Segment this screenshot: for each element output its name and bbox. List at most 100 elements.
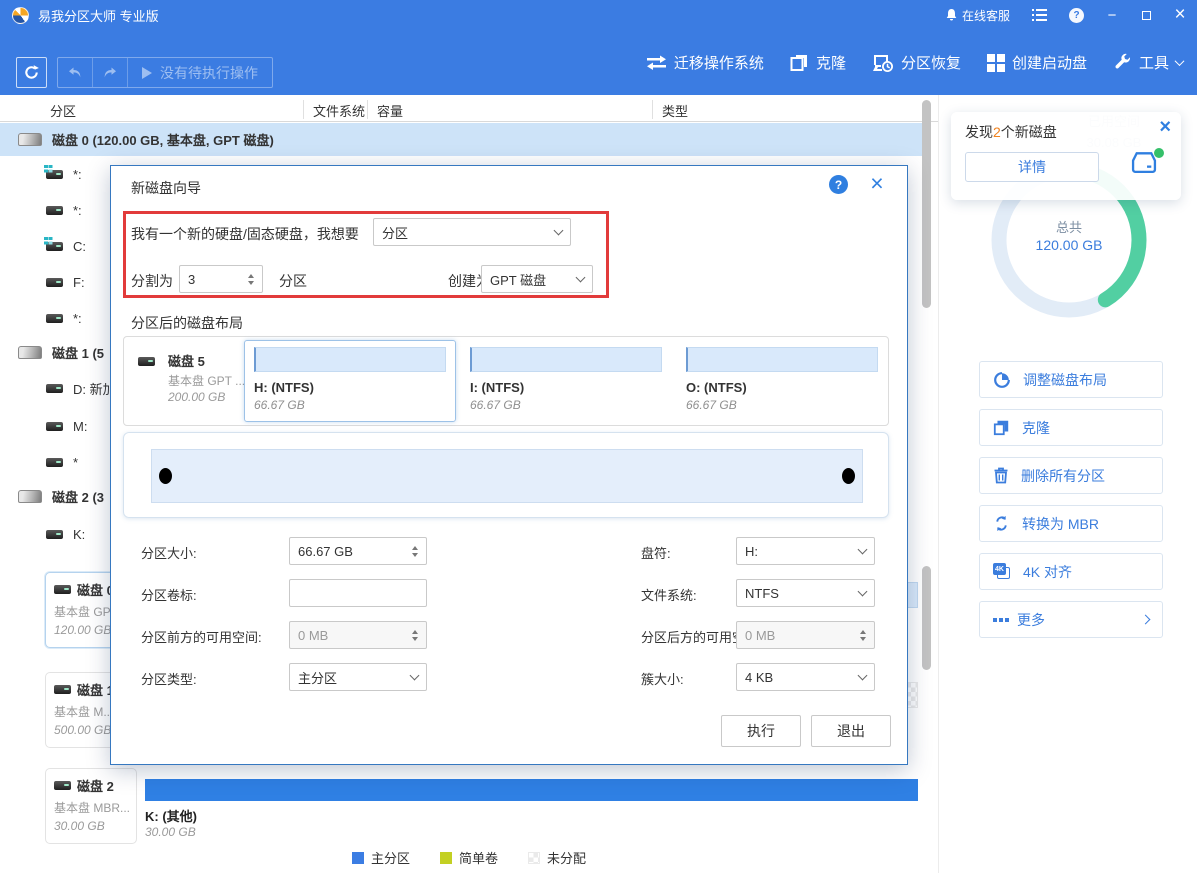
adjust-layout-button[interactable]: 调整磁盘布局 [979, 361, 1163, 398]
dialog-close-icon[interactable]: × [864, 170, 890, 196]
tree-item-part[interactable]: C: [0, 231, 86, 261]
clone-disk-button[interactable]: 克隆 [979, 409, 1163, 446]
bootable-media-button[interactable]: 创建启动盘 [987, 52, 1087, 73]
migrate-os-button[interactable]: 迁移操作系统 [646, 52, 764, 73]
help-icon[interactable]: ? [1058, 0, 1095, 30]
chevron-down-icon [1175, 56, 1185, 66]
preview-disk-meta: 基本盘 GPT ... [168, 372, 245, 389]
stepper-arrows-icon[interactable] [412, 546, 418, 557]
clone-icon [993, 419, 1010, 436]
tree-item-part[interactable]: F: [0, 267, 85, 297]
partition-recovery-icon [872, 53, 894, 72]
notification-title: 发现2个新磁盘 [965, 122, 1057, 142]
bell-icon [945, 8, 958, 22]
dialog-help-icon[interactable]: ? [829, 175, 848, 194]
scrollbar-thumb-bottom[interactable] [922, 566, 931, 670]
intro-label: 我有一个新的硬盘/固态硬盘，我想要 [131, 224, 359, 244]
slider-handle-left[interactable] [159, 468, 172, 484]
partition-recovery-button[interactable]: 分区恢复 [872, 52, 961, 73]
filesystem-select[interactable]: NTFS [736, 579, 875, 607]
titlebar: 易我分区大师 专业版 在线客服 ? − × [0, 0, 1197, 30]
scrollbar-thumb-top[interactable] [922, 100, 931, 308]
convert-to-mbr-button[interactable]: 转换为 MBR [979, 505, 1163, 542]
pending-operations-button[interactable]: 没有待执行操作 [128, 63, 272, 83]
notification-close-icon[interactable]: × [1159, 116, 1171, 139]
clone-button[interactable]: 克隆 [790, 52, 846, 73]
split-count-stepper[interactable]: 3 [179, 265, 263, 293]
tree-item-part[interactable]: K: [0, 519, 85, 549]
more-button[interactable]: 更多 [979, 601, 1163, 638]
disk-style-select[interactable]: GPT 磁盘 [481, 265, 593, 293]
tree-item-part[interactable]: *: [0, 159, 82, 189]
chevron-down-icon [858, 671, 868, 681]
refresh-button[interactable] [16, 57, 47, 88]
tree-item-part[interactable]: D: 新加 [0, 373, 116, 403]
details-button[interactable]: 详情 [965, 152, 1099, 182]
volume-input[interactable] [289, 579, 427, 607]
pending-operations-group: 没有待执行操作 [57, 57, 273, 88]
tools-button[interactable]: 工具 [1113, 52, 1183, 73]
disk2-partition-bar[interactable] [145, 779, 918, 801]
table-row-disk0-selected[interactable]: 磁盘 0 (120.00 GB, 基本盘, GPT 磁盘) [0, 123, 928, 156]
tree-item-disk2[interactable]: 磁盘 2 (3 [0, 481, 104, 511]
task-list-icon[interactable] [1021, 0, 1058, 30]
partition-bar [254, 347, 446, 372]
tree-item-part[interactable]: *: [0, 195, 82, 225]
legend-unallocated: 未分配 [528, 848, 586, 867]
redo-button[interactable] [93, 58, 128, 87]
new-disk-notification: 发现2个新磁盘 × 详情 [951, 112, 1181, 200]
minimize-button[interactable]: − [1095, 0, 1129, 30]
tree-item-part[interactable]: * [0, 447, 78, 477]
exit-button[interactable]: 退出 [811, 715, 891, 747]
tree-item-part[interactable]: M: [0, 411, 87, 441]
table-header: 分区 文件系统 容量 类型 [0, 97, 938, 122]
stepper-arrows-icon[interactable] [248, 274, 254, 285]
disk2-partition-label: K: (其他) [145, 806, 918, 825]
column-capacity[interactable]: 容量 [377, 101, 403, 120]
disk0-row-label: 磁盘 0 (120.00 GB, 基本盘, GPT 磁盘) [52, 130, 274, 149]
online-service-button[interactable]: 在线客服 [934, 0, 1021, 30]
fs-label: 文件系统: [641, 585, 697, 604]
action-select[interactable]: 分区 [373, 218, 571, 246]
trash-icon [993, 467, 1009, 484]
size-stepper[interactable]: 66.67 GB [289, 537, 427, 565]
disk-icon [54, 781, 71, 790]
disk2-partition-size: 30.00 GB [145, 825, 918, 839]
slider-track[interactable] [151, 449, 863, 503]
disk-icon [54, 685, 71, 694]
partition-cell-o[interactable]: O: (NTFS) 66.67 GB [676, 340, 888, 422]
maximize-button[interactable] [1129, 0, 1163, 30]
wrench-icon [1113, 53, 1132, 72]
partition-cell-h[interactable]: H: (NTFS) 66.67 GB [244, 340, 456, 422]
column-type[interactable]: 类型 [662, 101, 688, 120]
delete-all-partitions-button[interactable]: 删除所有分区 [979, 457, 1163, 494]
space-before-stepper[interactable]: 0 MB [289, 621, 427, 649]
disk-card-2[interactable]: 磁盘 2 基本盘 MBR... 30.00 GB [45, 768, 137, 844]
app-logo-icon [12, 7, 29, 24]
slider-handle-right[interactable] [842, 468, 855, 484]
toolbar-actions: 迁移操作系统 克隆 分区恢复 创建启动盘 [646, 30, 1183, 95]
partition-cell-i[interactable]: I: (NTFS) 66.67 GB [460, 340, 672, 422]
close-button[interactable]: × [1163, 0, 1197, 30]
migrate-os-icon [646, 54, 667, 72]
undo-button[interactable] [58, 58, 93, 87]
space-after-stepper[interactable]: 0 MB [736, 621, 875, 649]
chevron-down-icon [858, 587, 868, 597]
disk-icon [54, 585, 71, 594]
tree-item-disk1[interactable]: 磁盘 1 (5 [0, 337, 104, 367]
status-dot [1154, 148, 1164, 158]
donut-label: 总共 [984, 217, 1154, 236]
convert-icon [993, 515, 1010, 532]
execute-button[interactable]: 执行 [721, 715, 801, 747]
column-partition[interactable]: 分区 [50, 101, 76, 120]
cluster-label: 簇大小: [641, 669, 684, 688]
4k-align-button[interactable]: 4K 4K 对齐 [979, 553, 1163, 590]
column-filesystem[interactable]: 文件系统 [313, 101, 365, 120]
cluster-size-select[interactable]: 4 KB [736, 663, 875, 691]
tree-item-part[interactable]: *: [0, 303, 82, 333]
volume-label: 分区卷标: [141, 585, 197, 604]
partition-type-select[interactable]: 主分区 [289, 663, 427, 691]
drive-letter-select[interactable]: H: [736, 537, 875, 565]
chevron-down-icon [554, 226, 564, 236]
chevron-down-icon [576, 273, 586, 283]
